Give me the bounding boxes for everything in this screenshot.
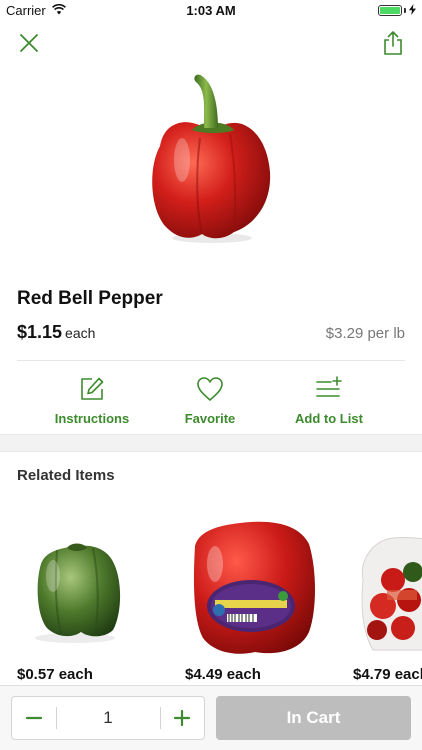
- price-unit-label: each: [65, 325, 96, 341]
- product-title: Red Bell Pepper: [17, 288, 163, 309]
- bagged-peppers-image: [361, 537, 422, 651]
- unit-price: $1.15: [17, 322, 63, 342]
- edit-icon: [81, 377, 104, 400]
- green-pepper-image: [35, 543, 121, 643]
- product-image: [152, 74, 271, 243]
- related-item[interactable]: $0.57 each: [17, 500, 167, 686]
- organic-red-pepper-image: [193, 521, 315, 654]
- related-items-carousel[interactable]: $0.57 each $4.49 each $4.79 each: [0, 500, 422, 686]
- favorite-label: Favorite: [184, 411, 236, 426]
- price-row: $1.15 each $3.29 per lb: [17, 322, 405, 348]
- in-cart-button[interactable]: In Cart: [216, 696, 411, 740]
- divider: [17, 360, 405, 361]
- quantity-value[interactable]: 1: [58, 708, 158, 728]
- decrease-quantity-button[interactable]: [12, 697, 56, 739]
- clock: 1:03 AM: [186, 3, 236, 18]
- instructions-label: Instructions: [54, 411, 130, 426]
- bottom-bar: 1 In Cart: [0, 685, 422, 750]
- share-button[interactable]: [382, 30, 404, 56]
- favorite-button[interactable]: Favorite: [150, 376, 270, 426]
- add-to-list-icon: [316, 376, 342, 397]
- minus-icon: [25, 716, 43, 720]
- related-item-price: $4.79 each: [353, 666, 422, 683]
- related-item-price: $4.49 each: [185, 666, 261, 683]
- quantity-stepper: 1: [11, 696, 205, 740]
- related-item[interactable]: $4.79 each: [353, 500, 422, 686]
- battery-icon: [378, 5, 402, 16]
- section-separator: [0, 434, 422, 452]
- related-item-price: $0.57 each: [17, 666, 93, 683]
- increase-quantity-button[interactable]: [160, 697, 204, 739]
- price-per-lb: $3.29 per lb: [325, 325, 405, 342]
- related-items-heading: Related Items: [17, 467, 115, 484]
- instructions-button[interactable]: Instructions: [32, 376, 152, 426]
- add-to-list-label: Add to List: [295, 411, 363, 426]
- heart-icon: [197, 377, 223, 401]
- plus-icon: [173, 709, 191, 727]
- related-item[interactable]: $4.49 each: [185, 500, 335, 686]
- charging-icon: [409, 4, 416, 15]
- status-bar: Carrier 1:03 AM: [0, 0, 422, 22]
- share-icon: [384, 31, 402, 55]
- add-to-list-button[interactable]: Add to List: [269, 376, 389, 426]
- close-icon: [20, 34, 38, 52]
- close-button[interactable]: [17, 31, 41, 55]
- product-actions: Instructions Favorite Add to List: [0, 376, 422, 432]
